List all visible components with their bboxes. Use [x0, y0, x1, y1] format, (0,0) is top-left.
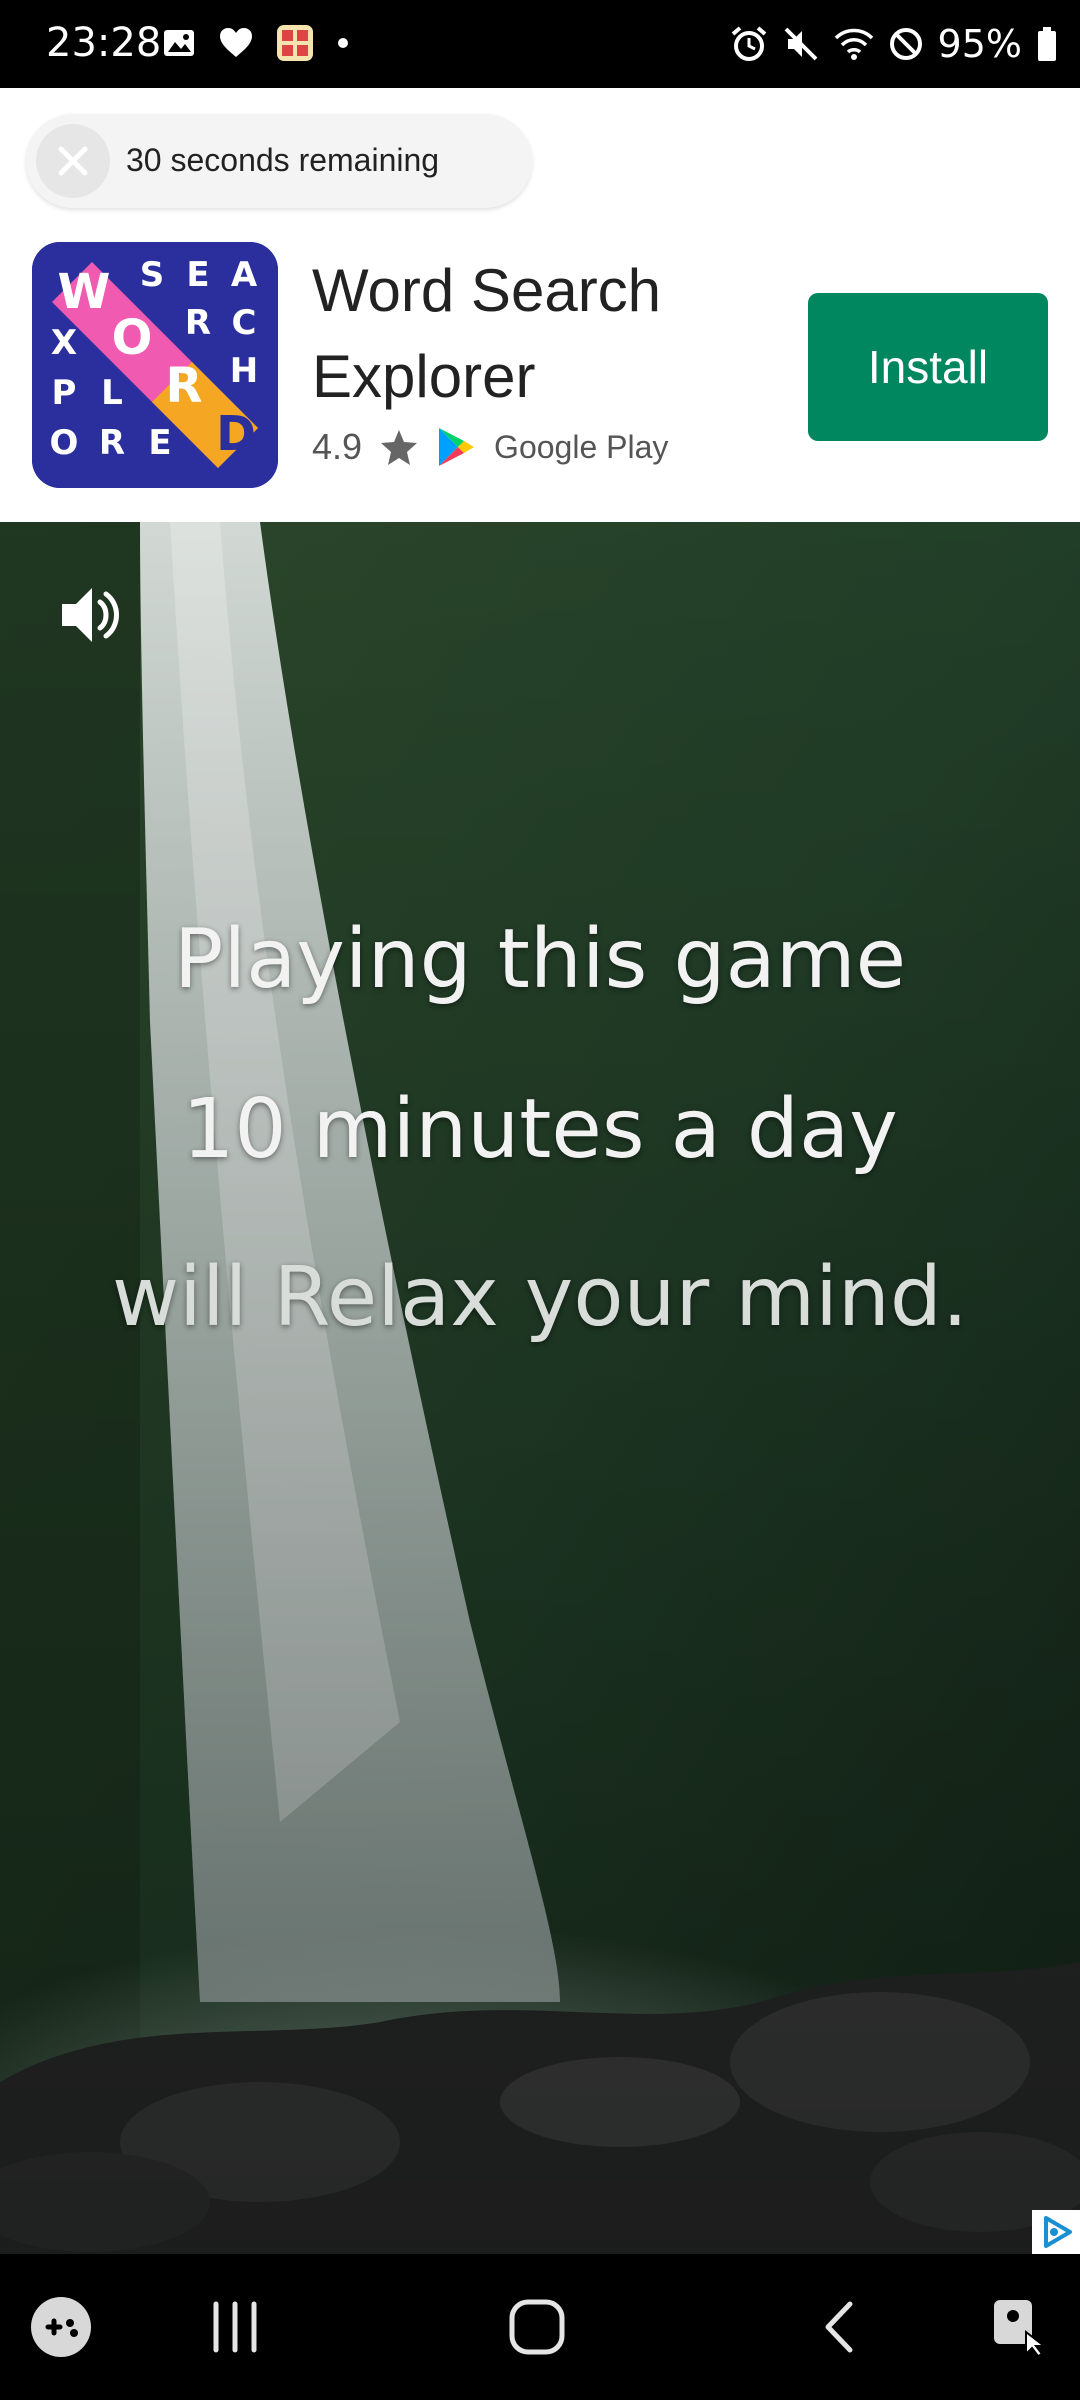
- icon-letter: E: [186, 255, 209, 295]
- battery-icon: [1038, 27, 1056, 61]
- image-icon: [164, 30, 194, 56]
- waterfall-image: [0, 522, 1080, 2254]
- app-icon[interactable]: W S E A O R C X H R P L D O R E: [32, 242, 278, 488]
- icon-letter: H: [230, 351, 258, 391]
- icon-letter: O: [50, 423, 79, 463]
- icon-letter: R: [99, 423, 125, 463]
- alarm-icon: [731, 26, 766, 61]
- icon-letter: S: [140, 255, 165, 295]
- icon-letter: C: [232, 303, 257, 343]
- game-launcher-icon: [31, 2297, 91, 2357]
- icon-letter: L: [101, 373, 123, 413]
- store-name: Google Play: [494, 428, 669, 465]
- icon-letter: A: [231, 255, 258, 295]
- game-app-icon: [277, 25, 313, 61]
- notification-icons: [162, 24, 350, 62]
- status-bar: 23:28 95%: [0, 0, 1080, 88]
- reward-timer: 30 seconds remaining: [26, 114, 532, 208]
- headline-line-3: will Relax your mind.: [111, 1250, 969, 1345]
- install-button[interactable]: Install: [808, 293, 1048, 441]
- battery-level: 95%: [937, 22, 1022, 66]
- home-icon: [509, 2299, 565, 2355]
- recents-button[interactable]: [200, 2292, 270, 2362]
- status-time: 23:28: [46, 20, 162, 66]
- back-button[interactable]: [806, 2292, 876, 2362]
- recents-icon: [213, 2301, 257, 2353]
- icon-letter: P: [52, 373, 77, 413]
- system-icons: 95%: [730, 22, 1058, 66]
- star-icon: [381, 430, 418, 465]
- icon-letter: D: [216, 406, 256, 462]
- heart-icon: [220, 28, 252, 57]
- sound-toggle[interactable]: [56, 580, 126, 650]
- dnd-icon: [889, 28, 922, 60]
- google-play-icon: [439, 428, 475, 466]
- ad-header: 30 seconds remaining W S E A O R C X H R…: [0, 88, 1080, 522]
- icon-letter: E: [148, 423, 171, 463]
- headline-line-2: 10 minutes a day: [182, 1082, 898, 1177]
- volume-icon: [62, 588, 119, 642]
- icon-letter: R: [166, 358, 203, 414]
- assistant-icon: [994, 2300, 1047, 2358]
- timer-text: 30 seconds remaining: [126, 142, 440, 178]
- icon-letter: O: [112, 310, 153, 366]
- icon-letter: X: [51, 323, 77, 363]
- game-launcher-button[interactable]: [26, 2292, 96, 2362]
- wifi-icon: [834, 28, 873, 60]
- word-search-logo: W S E A O R C X H R P L D O R E: [32, 242, 278, 488]
- icon-letter: W: [58, 264, 111, 320]
- ad-choices-button[interactable]: [1032, 2210, 1080, 2254]
- app-name[interactable]: Word Search Explorer: [312, 248, 732, 420]
- close-ad-button[interactable]: [36, 124, 110, 198]
- ad-choices-icon: [1044, 2216, 1072, 2248]
- mute-icon: [784, 27, 817, 61]
- assistant-button[interactable]: [986, 2292, 1056, 2362]
- navigation-bar: [0, 2254, 1080, 2400]
- back-icon: [825, 2301, 853, 2353]
- close-icon: [58, 146, 88, 176]
- home-button[interactable]: [502, 2292, 572, 2362]
- rating-row: 4.9 Google Play: [312, 426, 668, 468]
- icon-letter: R: [185, 303, 211, 343]
- headline-line-1: Playing this game: [173, 912, 907, 1007]
- ad-video[interactable]: Playing this game 10 minutes a day will …: [0, 522, 1080, 2254]
- rating-value: 4.9: [312, 426, 363, 467]
- dot-icon: [338, 38, 348, 48]
